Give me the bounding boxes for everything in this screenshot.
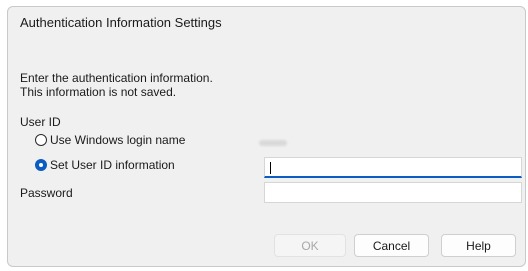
radio-set-user-id-label: Set User ID information [50,158,175,172]
password-input[interactable] [264,182,522,203]
description: Enter the authentication information. Th… [20,71,213,99]
cancel-button[interactable]: Cancel [354,234,429,257]
radio-unchecked-icon[interactable] [35,134,47,146]
user-id-input[interactable] [264,157,522,178]
dialog-title: Authentication Information Settings [20,15,222,30]
radio-use-windows-login-label: Use Windows login name [50,133,186,147]
description-line-2: This information is not saved. [20,85,177,99]
auth-settings-dialog: Authentication Information Settings Ente… [7,6,526,267]
radio-set-user-id[interactable]: Set User ID information [35,158,175,172]
text-caret [270,162,271,174]
radio-use-windows-login[interactable]: Use Windows login name [35,133,185,147]
ok-button[interactable]: OK [274,234,346,257]
password-label: Password [20,186,73,200]
user-id-label: User ID [20,115,61,129]
windows-login-name-value [259,140,287,146]
help-button[interactable]: Help [441,234,516,257]
description-line-1: Enter the authentication information. [20,71,213,85]
radio-checked-icon[interactable] [35,159,47,171]
